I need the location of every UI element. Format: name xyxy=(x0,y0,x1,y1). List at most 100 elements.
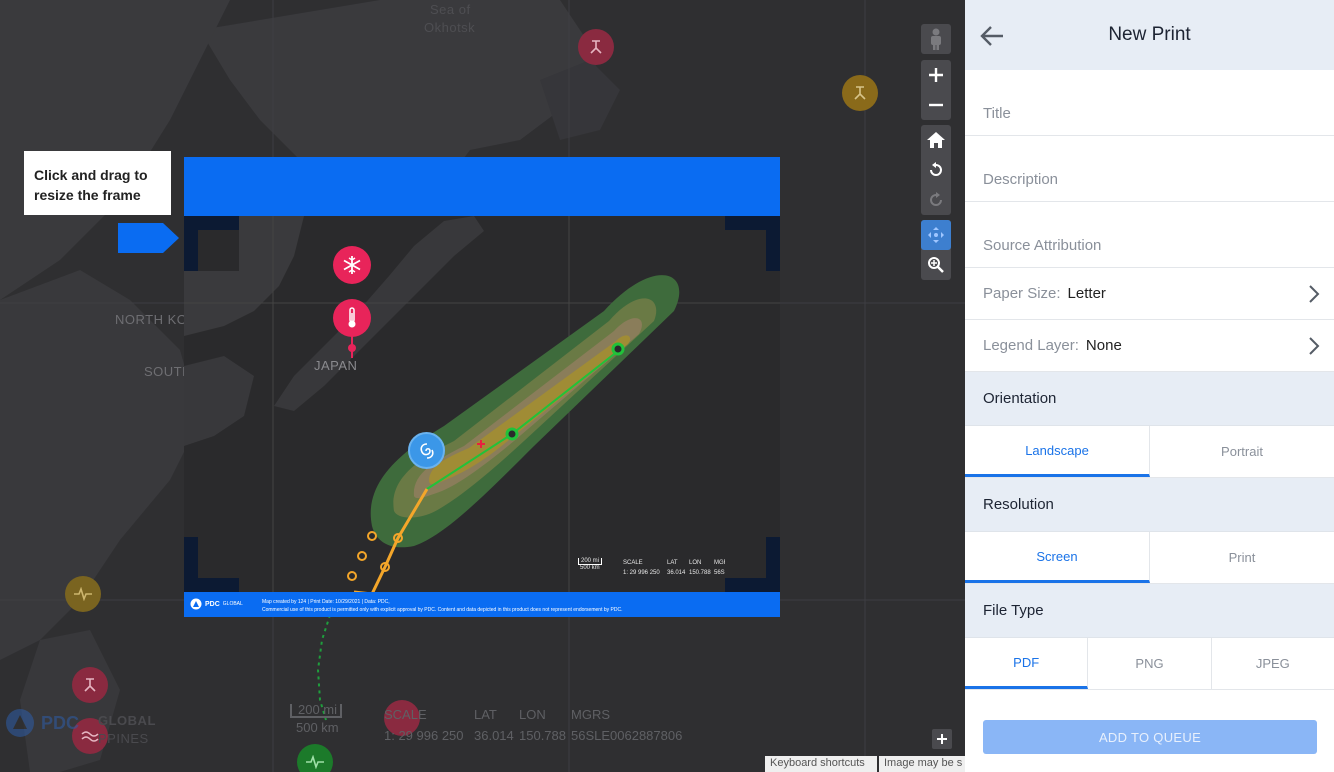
print-screen: Sea of Okhotsk NORTH KOREA SOUTH KOREA xyxy=(0,0,1334,772)
pan-icon[interactable] xyxy=(921,220,951,250)
inner-lon-label: LON xyxy=(689,560,702,566)
tool-controls xyxy=(921,220,951,280)
panel-header: New Print xyxy=(965,0,1334,70)
orientation-heading: Orientation xyxy=(965,372,1334,426)
add-to-queue-button[interactable]: ADD TO QUEUE xyxy=(983,720,1317,754)
tooltip-arrow-icon xyxy=(118,223,179,253)
resolution-heading: Resolution xyxy=(965,478,1334,532)
file-type-toggle: PDF PNG JPEG xyxy=(965,638,1334,690)
lat-value: 36.014 xyxy=(474,728,514,743)
resize-handle-top-right[interactable] xyxy=(725,216,780,271)
mgrs-column: MGRS 56SLE0062887806 xyxy=(571,704,682,746)
activity-hazard-icon[interactable] xyxy=(842,75,878,111)
orientation-portrait[interactable]: Portrait xyxy=(1150,426,1334,477)
inner-lat-label: LAT xyxy=(667,560,678,566)
legend-layer-select[interactable]: Legend Layer: None xyxy=(965,320,1334,372)
scale-mi: 200 mi xyxy=(290,703,342,718)
lat-label: LAT xyxy=(474,707,497,722)
rotate-right-icon[interactable] xyxy=(921,185,951,215)
pdc-logo-icon xyxy=(6,709,34,737)
lat-column: LAT 36.014 xyxy=(474,704,514,746)
thermometer-icon[interactable] xyxy=(333,299,371,337)
flood-hazard-icon[interactable] xyxy=(65,576,101,612)
new-print-panel: New Print Title Description Source Attri… xyxy=(965,0,1334,772)
imagery-attribution: Image may be s xyxy=(879,756,965,772)
orientation-landscape[interactable]: Landscape xyxy=(965,426,1150,477)
snowflake-icon[interactable] xyxy=(333,246,371,284)
frame-logo-icon xyxy=(190,598,202,610)
resize-handle-top-left[interactable] xyxy=(184,216,239,271)
keyboard-shortcuts-link[interactable]: Keyboard shortcuts xyxy=(765,756,877,772)
paper-size-value: Letter xyxy=(1067,285,1106,302)
resolution-screen[interactable]: Screen xyxy=(965,532,1150,583)
frame-credit-line1: Map created by 124 | Print Date: 10/29/2… xyxy=(262,599,390,605)
frame-credit: Map created by 124 | Print Date: 10/29/2… xyxy=(262,598,622,614)
lon-value: 150.788 xyxy=(519,728,566,743)
map-scale-bar: 200 mi 500 km xyxy=(290,703,342,735)
frame-title-bar[interactable] xyxy=(184,157,780,216)
frame-map-preview: JAPAN 200 mi 500 km SCALE 1: 29 996 250 … xyxy=(184,216,780,592)
frame-footer-logo: PDC GLOBAL xyxy=(190,598,243,610)
scale-value: 1: 29 996 250 xyxy=(384,728,464,743)
resize-handle-bottom-left[interactable] xyxy=(184,537,239,592)
inner-scale-bar: 200 mi 500 km xyxy=(578,558,602,571)
resolution-print[interactable]: Print xyxy=(1150,532,1334,583)
paper-size-label: Paper Size: xyxy=(983,285,1061,302)
zoom-box-icon[interactable] xyxy=(921,250,951,280)
frame-map-graphics xyxy=(184,216,780,592)
streetview-control xyxy=(921,24,951,54)
frame-logo-text: PDC xyxy=(205,600,220,608)
print-frame[interactable]: JAPAN 200 mi 500 km SCALE 1: 29 996 250 … xyxy=(184,157,780,617)
inner-scale-label: SCALE xyxy=(623,560,643,566)
title-field[interactable]: Title xyxy=(965,70,1334,136)
map-label-sea-2: Okhotsk xyxy=(424,20,476,35)
map-label-philippines: PPINES xyxy=(98,731,149,746)
resize-tooltip: Click and drag to resize the frame xyxy=(24,151,171,215)
inner-scale-value: 1: 29 996 250 xyxy=(623,570,660,576)
chevron-right-icon xyxy=(1309,337,1320,355)
chevron-right-icon xyxy=(1309,285,1320,303)
description-field[interactable]: Description xyxy=(965,136,1334,202)
scale-column: SCALE 1: 29 996 250 xyxy=(384,704,464,746)
resize-handle-bottom-right[interactable] xyxy=(725,537,780,592)
pdc-logo: PDC xyxy=(5,708,79,738)
lon-label: LON xyxy=(519,707,546,722)
frame-footer: PDC GLOBAL Map created by 124 | Print Da… xyxy=(184,592,780,617)
mgrs-label: MGRS xyxy=(571,707,610,722)
paper-size-select[interactable]: Paper Size: Letter xyxy=(965,268,1334,320)
file-type-heading: File Type xyxy=(965,584,1334,638)
zoom-out-icon[interactable] xyxy=(921,90,951,120)
lon-column: LON 150.788 xyxy=(519,704,566,746)
zoom-in-icon[interactable] xyxy=(921,60,951,90)
person-icon[interactable] xyxy=(921,24,951,54)
inner-lon-value: 150.788 xyxy=(689,570,711,576)
expand-control xyxy=(932,729,952,749)
source-attribution-field[interactable]: Source Attribution xyxy=(965,202,1334,268)
home-icon[interactable] xyxy=(921,125,951,155)
pdc-logo-text: PDC xyxy=(41,712,80,733)
earthquake-hazard-icon-2[interactable] xyxy=(72,667,108,703)
zoom-controls xyxy=(921,60,951,120)
inner-scale-mi: 200 mi xyxy=(578,558,602,565)
frame-credit-line2: Commercial use of this product is permit… xyxy=(262,607,623,613)
scale-label: SCALE xyxy=(384,707,427,722)
inner-lon-column: LON 150.788 xyxy=(689,558,711,578)
orientation-toggle: Landscape Portrait xyxy=(965,426,1334,478)
frame-logo-sub: GLOBAL xyxy=(222,601,243,607)
cyclone-track-icon[interactable] xyxy=(297,744,333,772)
mgrs-value: 56SLE0062887806 xyxy=(571,728,683,743)
cyclone-icon[interactable] xyxy=(408,432,445,469)
inner-lat-column: LAT 36.014 xyxy=(667,558,685,578)
rotate-left-icon[interactable] xyxy=(921,155,951,185)
earthquake-hazard-icon[interactable] xyxy=(578,29,614,65)
back-arrow-icon[interactable] xyxy=(979,22,1007,50)
legend-layer-label: Legend Layer: xyxy=(983,337,1079,354)
inner-lat-value: 36.014 xyxy=(667,570,686,576)
expand-plus-icon[interactable] xyxy=(932,729,952,749)
inner-scale-km: 500 km xyxy=(580,565,600,571)
file-type-jpeg[interactable]: JPEG xyxy=(1212,638,1334,689)
map-label-japan: JAPAN xyxy=(314,358,358,373)
file-type-pdf[interactable]: PDF xyxy=(965,638,1089,689)
file-type-png[interactable]: PNG xyxy=(1088,638,1212,689)
resolution-toggle: Screen Print xyxy=(965,532,1334,584)
